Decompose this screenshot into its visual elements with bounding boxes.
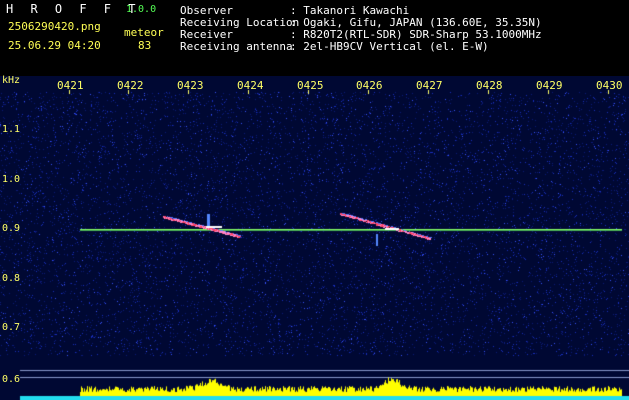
freq-tick-label: 0.8 [2,273,21,284]
header-panel: H R O F F T 1.0.0 2506290420.png meteor … [0,0,629,76]
time-tick-label: 0430 [596,79,623,92]
freq-tick-label: 0.7 [2,322,21,333]
observation-datetime: 25.06.29 04:20 [8,39,101,52]
time-tick-label: 0423 [177,79,204,92]
freq-unit-label: kHz [2,75,21,86]
freq-tick-label: 1.0 [2,174,21,185]
time-tick-label: 0421 [57,79,84,92]
antenna-value: : 2el-HB9CV Vertical (el. E-W) [290,40,489,53]
freq-tick-label: 0.6 [2,374,21,385]
time-tick-label: 0424 [237,79,264,92]
meteor-count: 83 [138,39,152,52]
time-tick-label: 0429 [536,79,563,92]
freq-tick-label: 1.1 [2,124,21,135]
time-tick-label: 0427 [416,79,443,92]
time-tick-label: 0428 [476,79,503,92]
time-tick-label: 0425 [297,79,324,92]
file-name: 2506290420.png [8,20,101,33]
mode-label: meteor [124,26,164,39]
app-version: 1.0.0 [126,4,157,15]
time-tick-label: 0422 [117,79,144,92]
freq-tick-label: 0.9 [2,223,21,234]
app-brand: H R O F F T [6,2,141,16]
antenna-label: Receiving antenna [180,40,293,53]
spectrogram-canvas [0,76,629,400]
time-tick-label: 0426 [356,79,383,92]
